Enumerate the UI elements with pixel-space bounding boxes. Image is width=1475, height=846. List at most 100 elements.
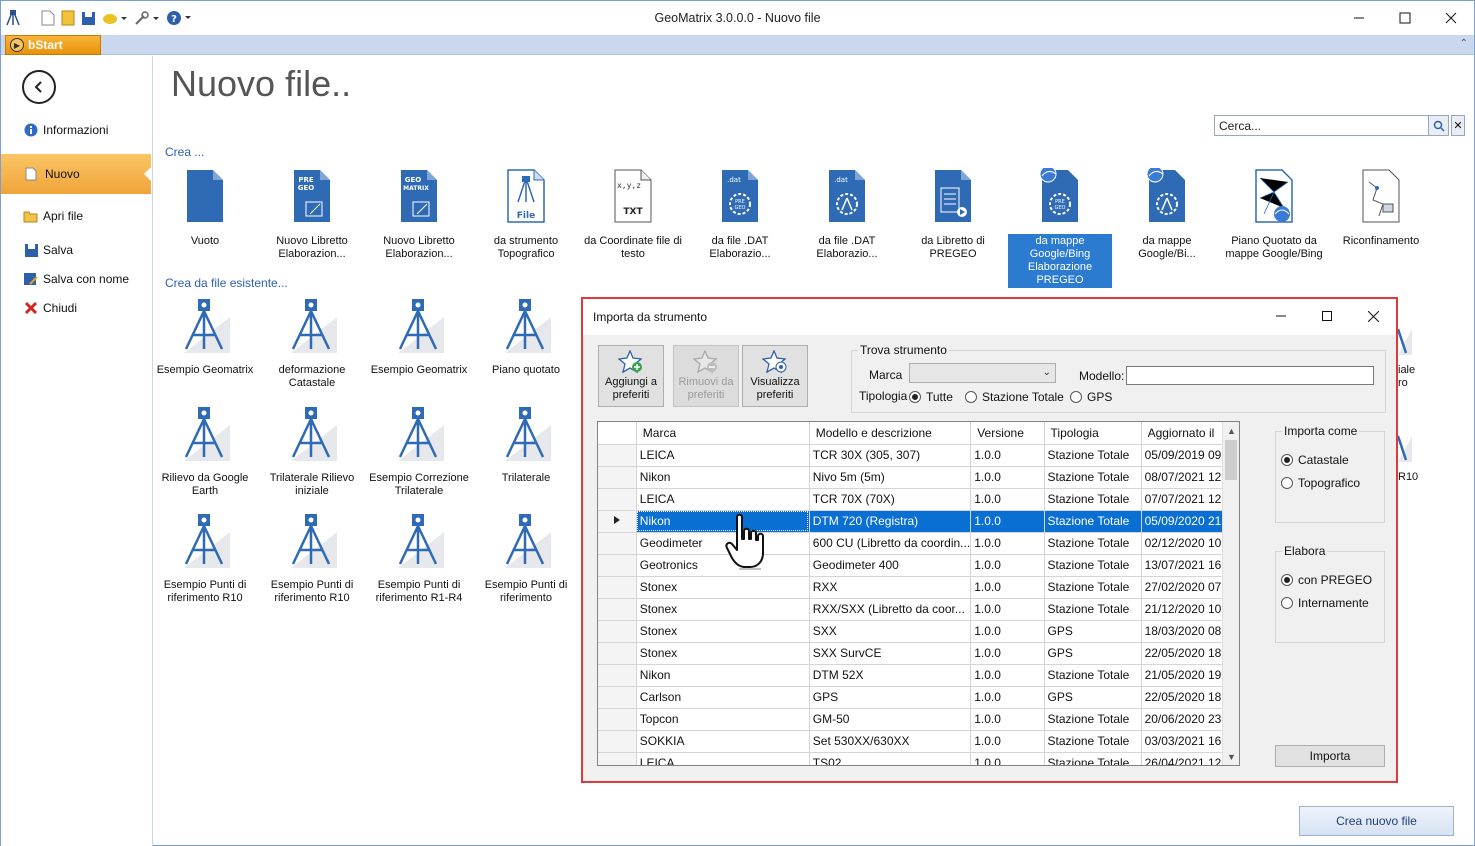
- table-row[interactable]: LEICA TCR 70X (70X) 1.0.0 Stazione Totale 07…: [598, 488, 1239, 511]
- table-row[interactable]: Topcon GM-50 1.0.0 Stazione Totale 20/06/202…: [598, 708, 1239, 731]
- rimuovi-preferiti-button[interactable]: Rimuovi da preferiti: [673, 345, 739, 407]
- cell-marca[interactable]: Stonex: [636, 642, 810, 665]
- cell-marca[interactable]: SOKKIA: [636, 730, 810, 753]
- tile-nuovo-libretto-pregeo[interactable]: PRE GEO Nuovo Libretto Elaborazion...: [260, 168, 364, 262]
- ribbon-collapse-icon[interactable]: ⌃: [1460, 38, 1468, 49]
- cell-modello[interactable]: RXX: [809, 576, 972, 599]
- table-row[interactable]: Stonex SXX SurvCE 1.0.0 GPS 22/05/2020 18:15: [598, 642, 1239, 665]
- cell-modello[interactable]: TCR 30X (305, 307): [809, 444, 972, 467]
- tile-existing[interactable]: Piano quotato: [474, 297, 578, 378]
- cell-tipologia[interactable]: Stazione Totale: [1044, 730, 1142, 753]
- tile-vuoto[interactable]: Vuoto: [153, 168, 257, 249]
- column-header-modello[interactable]: Modello e descrizione: [809, 422, 972, 445]
- cell-marca[interactable]: Stonex: [636, 598, 810, 621]
- cell-tipologia[interactable]: Stazione Totale: [1044, 488, 1142, 511]
- tile-existing[interactable]: Trilaterale Rilievo iniziale: [260, 405, 364, 499]
- row-header[interactable]: [598, 620, 637, 643]
- cell-versione[interactable]: 1.0.0: [970, 554, 1045, 577]
- row-header[interactable]: [598, 444, 637, 467]
- nav-item-apri-file[interactable]: Apri file: [23, 208, 83, 224]
- row-header[interactable]: [598, 664, 637, 687]
- tile-existing[interactable]: deformazione Catastale: [260, 297, 364, 391]
- clear-search-icon[interactable]: ✕: [1451, 115, 1465, 136]
- dialog-close-icon[interactable]: [1353, 303, 1393, 329]
- search-icon[interactable]: [1429, 115, 1449, 136]
- tile-da-file-dat-1[interactable]: .dat PRE GEO da file .DAT Elaborazio...: [688, 168, 792, 262]
- table-row[interactable]: Stonex RXX/SXX (Libretto da coor... 1.0.0 S…: [598, 598, 1239, 621]
- nav-item-nuovo[interactable]: Nuovo: [1, 154, 152, 194]
- tile-existing[interactable]: Esempio Correzione Trilaterale: [367, 405, 471, 499]
- radio-topografico[interactable]: Topografico: [1281, 476, 1360, 490]
- cell-modello[interactable]: SXX: [809, 620, 972, 643]
- cell-tipologia[interactable]: GPS: [1044, 686, 1142, 709]
- column-header-marca[interactable]: Marca: [636, 422, 810, 445]
- cell-modello[interactable]: RXX/SXX (Libretto da coor...: [809, 598, 972, 621]
- marca-select[interactable]: ⌄: [909, 363, 1056, 383]
- dialog-maximize-icon[interactable]: [1307, 303, 1347, 329]
- cell-versione[interactable]: 1.0.0: [970, 576, 1045, 599]
- row-header[interactable]: [598, 686, 637, 709]
- tile-da-mappe-google[interactable]: da mappe Google/Bi...: [1115, 165, 1219, 262]
- cell-marca[interactable]: Stonex: [636, 620, 810, 643]
- cell-marca[interactable]: Geodimeter: [636, 532, 810, 555]
- tile-existing[interactable]: Esempio Punti di riferimento R1-R4: [367, 512, 471, 606]
- cell-modello[interactable]: TCR 70X (70X): [809, 488, 972, 511]
- cell-modello[interactable]: 600 CU (Libretto da coordin...: [809, 532, 972, 555]
- table-row[interactable]: Nikon DTM 720 (Registra) 1.0.0 Stazione Tot…: [598, 510, 1239, 533]
- row-header[interactable]: [598, 576, 637, 599]
- tile-da-mappe-google-pregeo[interactable]: PRE GEO da mappe Google/Bing Elaborazione…: [1008, 165, 1112, 288]
- nav-item-salva-con-nome[interactable]: Salva con nome: [23, 271, 129, 287]
- row-header[interactable]: [598, 642, 637, 665]
- cell-tipologia[interactable]: GPS: [1044, 620, 1142, 643]
- tile-partial[interactable]: iale ro: [1398, 319, 1418, 391]
- cell-versione[interactable]: 1.0.0: [970, 532, 1045, 555]
- cell-tipologia[interactable]: Stazione Totale: [1044, 598, 1142, 621]
- cell-tipologia[interactable]: Stazione Totale: [1044, 664, 1142, 687]
- cell-tipologia[interactable]: Stazione Totale: [1044, 466, 1142, 489]
- cell-versione[interactable]: 1.0.0: [970, 708, 1045, 731]
- radio-con-pregeo[interactable]: con PREGEO: [1281, 573, 1372, 587]
- cell-marca[interactable]: Nikon: [636, 466, 810, 489]
- cell-marca[interactable]: Nikon: [636, 510, 810, 533]
- back-button[interactable]: [22, 70, 56, 104]
- cell-versione[interactable]: 1.0.0: [970, 642, 1045, 665]
- tile-existing[interactable]: Esempio Punti di riferimento R10: [153, 512, 257, 606]
- cell-tipologia[interactable]: Stazione Totale: [1044, 752, 1142, 765]
- row-header[interactable]: [598, 466, 637, 489]
- tile-da-file-dat-2[interactable]: .dat da file .DAT Elaborazio...: [795, 168, 899, 262]
- cell-modello[interactable]: GPS: [809, 686, 972, 709]
- scroll-up-icon[interactable]: ▲: [1223, 422, 1239, 439]
- cell-modello[interactable]: SXX SurvCE: [809, 642, 972, 665]
- tile-existing[interactable]: Trilaterale: [474, 405, 578, 486]
- cell-versione[interactable]: 1.0.0: [970, 510, 1045, 533]
- close-icon[interactable]: [1428, 1, 1474, 35]
- cell-marca[interactable]: LEICA: [636, 444, 810, 467]
- bstart-tab[interactable]: ▶ bStart: [5, 35, 101, 55]
- search-input[interactable]: [1214, 115, 1429, 136]
- cell-marca[interactable]: LEICA: [636, 488, 810, 511]
- maximize-icon[interactable]: [1382, 1, 1428, 35]
- minimize-icon[interactable]: [1336, 1, 1382, 35]
- table-row[interactable]: Carlson GPS 1.0.0 GPS 22/05/2020 18:15: [598, 686, 1239, 709]
- nav-item-chiudi[interactable]: Chiudi: [23, 300, 77, 316]
- tile-piano-quotato-google[interactable]: Piano Quotato da mappe Google/Bing: [1222, 168, 1326, 262]
- table-row[interactable]: Nikon DTM 52X 1.0.0 Stazione Totale 21/05/20…: [598, 664, 1239, 687]
- tile-da-coordinate-file-testo[interactable]: x,y,z TXT da Coordinate file di testo: [581, 168, 685, 262]
- cell-modello[interactable]: TS02: [809, 752, 972, 765]
- cell-versione[interactable]: 1.0.0: [970, 466, 1045, 489]
- cell-tipologia[interactable]: Stazione Totale: [1044, 554, 1142, 577]
- table-row[interactable]: Stonex SXX 1.0.0 GPS 18/03/2020 08:15: [598, 620, 1239, 643]
- row-header[interactable]: [598, 598, 637, 621]
- row-header[interactable]: [598, 488, 637, 511]
- tile-da-libretto-pregeo[interactable]: da Libretto di PREGEO: [901, 168, 1005, 262]
- table-row[interactable]: SOKKIA Set 530XX/630XX 1.0.0 Stazione Total…: [598, 730, 1239, 753]
- cell-tipologia[interactable]: Stazione Totale: [1044, 532, 1142, 555]
- dialog-minimize-icon[interactable]: [1261, 303, 1301, 329]
- cell-modello[interactable]: GM-50: [809, 708, 972, 731]
- row-header[interactable]: [598, 554, 637, 577]
- row-header[interactable]: [598, 730, 637, 753]
- cell-tipologia[interactable]: Stazione Totale: [1044, 444, 1142, 467]
- radio-gps[interactable]: GPS: [1070, 390, 1112, 404]
- table-row[interactable]: Geotronics Geodimeter 400 1.0.0 Stazione To…: [598, 554, 1239, 577]
- cell-marca[interactable]: Topcon: [636, 708, 810, 731]
